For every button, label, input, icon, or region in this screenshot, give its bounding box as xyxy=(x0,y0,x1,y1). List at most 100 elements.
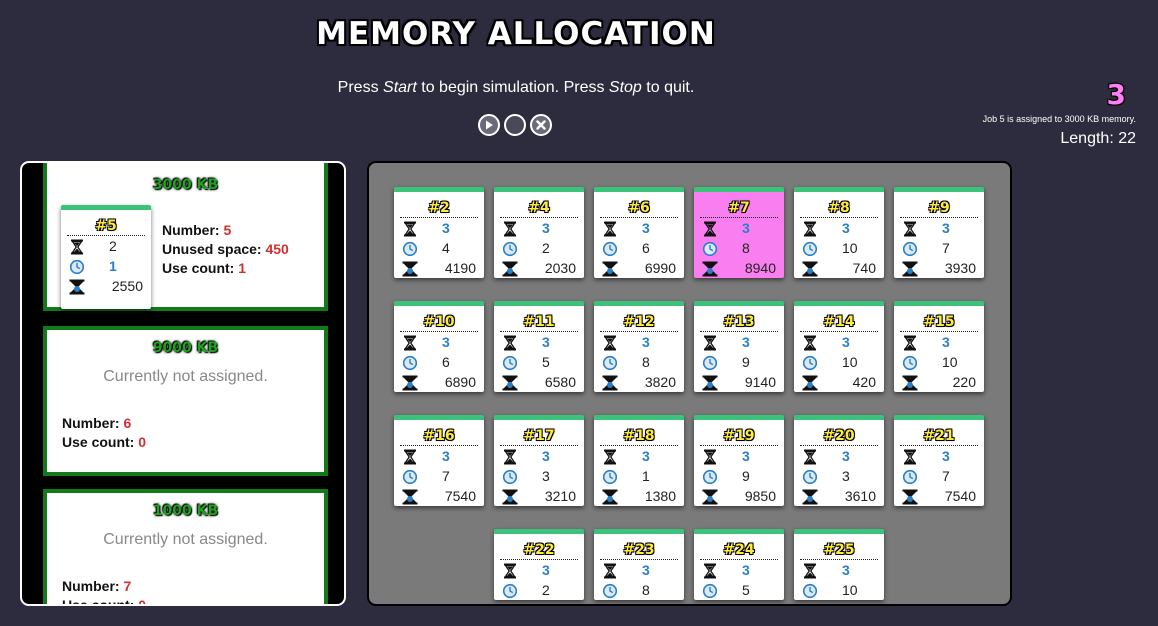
job-value-a: 3 xyxy=(642,562,650,578)
job-id: #15 xyxy=(900,314,978,332)
hourglass-icon xyxy=(602,449,618,465)
job-value-b: 6 xyxy=(642,240,650,256)
clock-icon xyxy=(502,469,518,485)
job-card: #25 3 10 xyxy=(794,529,884,600)
hourglass-icon xyxy=(802,563,818,579)
job-value-a: 3 xyxy=(842,562,850,578)
pause-button[interactable] xyxy=(504,114,526,136)
clock-icon xyxy=(902,241,918,257)
clock-icon xyxy=(702,469,718,485)
memory-info: Number: 7 Use count: 0 xyxy=(62,577,147,606)
job-value-a: 3 xyxy=(442,334,450,350)
stop-button[interactable] xyxy=(530,114,552,136)
job-card: #21 3 7 7540 xyxy=(894,415,984,506)
weight-icon xyxy=(802,489,818,505)
job-value-b: 3 xyxy=(542,468,550,484)
use-count-value: 0 xyxy=(138,434,147,450)
clock-icon xyxy=(602,469,618,485)
memory-size: 9000 KB xyxy=(152,340,219,356)
job-value-a: 3 xyxy=(842,334,850,350)
hourglass-icon xyxy=(702,221,718,237)
job-value-a: 3 xyxy=(642,220,650,236)
weight-icon xyxy=(502,375,518,391)
status-message: Job 5 is assigned to 3000 KB memory. xyxy=(982,114,1136,124)
not-assigned-text: Currently not assigned. xyxy=(103,368,268,385)
weight-icon xyxy=(702,375,718,391)
job-id: #11 xyxy=(500,314,578,332)
job-card: #4 3 2 2030 xyxy=(494,187,584,278)
job-value-b: 9 xyxy=(742,354,750,370)
job-value-b: 7 xyxy=(442,468,450,484)
memory-block: 9000 KB Currently not assigned. Number: … xyxy=(43,326,328,476)
job-value-c: 4190 xyxy=(444,260,476,276)
job-value-a: 3 xyxy=(842,220,850,236)
job-value-c: 220 xyxy=(952,374,976,390)
clock-icon xyxy=(702,583,718,599)
job-value-c: 740 xyxy=(852,260,876,276)
pause-icon xyxy=(509,119,521,131)
job-value-b: 2 xyxy=(542,582,550,598)
job-card: #14 3 10 420 xyxy=(794,301,884,392)
instructions-text: to quit. xyxy=(641,79,695,96)
job-value-a: 3 xyxy=(742,448,750,464)
job-value-a: 3 xyxy=(742,334,750,350)
instructions-text: Press xyxy=(337,79,384,96)
weight-icon xyxy=(902,489,918,505)
memory-block: 3000 KB #5 2 1 2550 Number: 5 Unused spa… xyxy=(43,163,328,311)
hourglass-icon xyxy=(402,221,418,237)
job-value-b: 10 xyxy=(842,582,858,598)
job-id: #7 xyxy=(700,200,778,218)
job-card: #13 3 9 9140 xyxy=(694,301,784,392)
job-value-b: 2 xyxy=(542,240,550,256)
job-value-b: 3 xyxy=(842,468,850,484)
clock-icon xyxy=(502,583,518,599)
job-id: #25 xyxy=(800,542,878,560)
job-value-b: 8 xyxy=(742,240,750,256)
hourglass-icon xyxy=(69,239,85,255)
hourglass-icon xyxy=(802,335,818,351)
clock-icon xyxy=(602,583,618,599)
job-card: #22 3 2 xyxy=(494,529,584,600)
memory-size: 1000 KB xyxy=(152,503,219,519)
clock-icon xyxy=(402,469,418,485)
job-id: #10 xyxy=(400,314,478,332)
job-id: #2 xyxy=(400,200,478,218)
job-card: #15 3 10 220 xyxy=(894,301,984,392)
hourglass-icon xyxy=(902,449,918,465)
job-value-b: 7 xyxy=(942,240,950,256)
weight-icon xyxy=(502,261,518,277)
page-title: MEMORY ALLOCATION xyxy=(316,16,716,52)
use-count-label: Use count: xyxy=(162,260,239,276)
weight-icon xyxy=(702,489,718,505)
number-value: 5 xyxy=(223,222,232,238)
job-card: #18 3 1 1380 xyxy=(594,415,684,506)
start-keyword: Start xyxy=(383,79,417,96)
job-value-a: 3 xyxy=(942,220,950,236)
job-value-a: 3 xyxy=(442,220,450,236)
job-card-active: #7 3 8 8940 xyxy=(694,187,784,278)
job-value-b: 5 xyxy=(542,354,550,370)
job-value-c: 7540 xyxy=(944,488,976,504)
hourglass-icon xyxy=(402,449,418,465)
job-value-a: 3 xyxy=(542,220,550,236)
job-card: #19 3 9 9850 xyxy=(694,415,784,506)
memory-block: 1000 KB Currently not assigned. Number: … xyxy=(43,489,328,606)
stop-keyword: Stop xyxy=(608,79,642,96)
hourglass-icon xyxy=(702,449,718,465)
use-count-value: 0 xyxy=(138,597,147,606)
job-value-c: 9850 xyxy=(744,488,776,504)
job-value-b: 10 xyxy=(942,354,958,370)
hourglass-icon xyxy=(402,335,418,351)
job-id: #23 xyxy=(600,542,678,560)
job-value-c: 7540 xyxy=(444,488,476,504)
job-value-a: 3 xyxy=(642,334,650,350)
job-id: #19 xyxy=(700,428,778,446)
clock-icon xyxy=(702,355,718,371)
hourglass-icon xyxy=(602,563,618,579)
job-value-a: 3 xyxy=(542,562,550,578)
job-id: #18 xyxy=(600,428,678,446)
job-value-b: 8 xyxy=(642,354,650,370)
job-value-c: 3820 xyxy=(644,374,676,390)
weight-icon xyxy=(69,279,85,295)
start-button[interactable] xyxy=(478,114,500,136)
